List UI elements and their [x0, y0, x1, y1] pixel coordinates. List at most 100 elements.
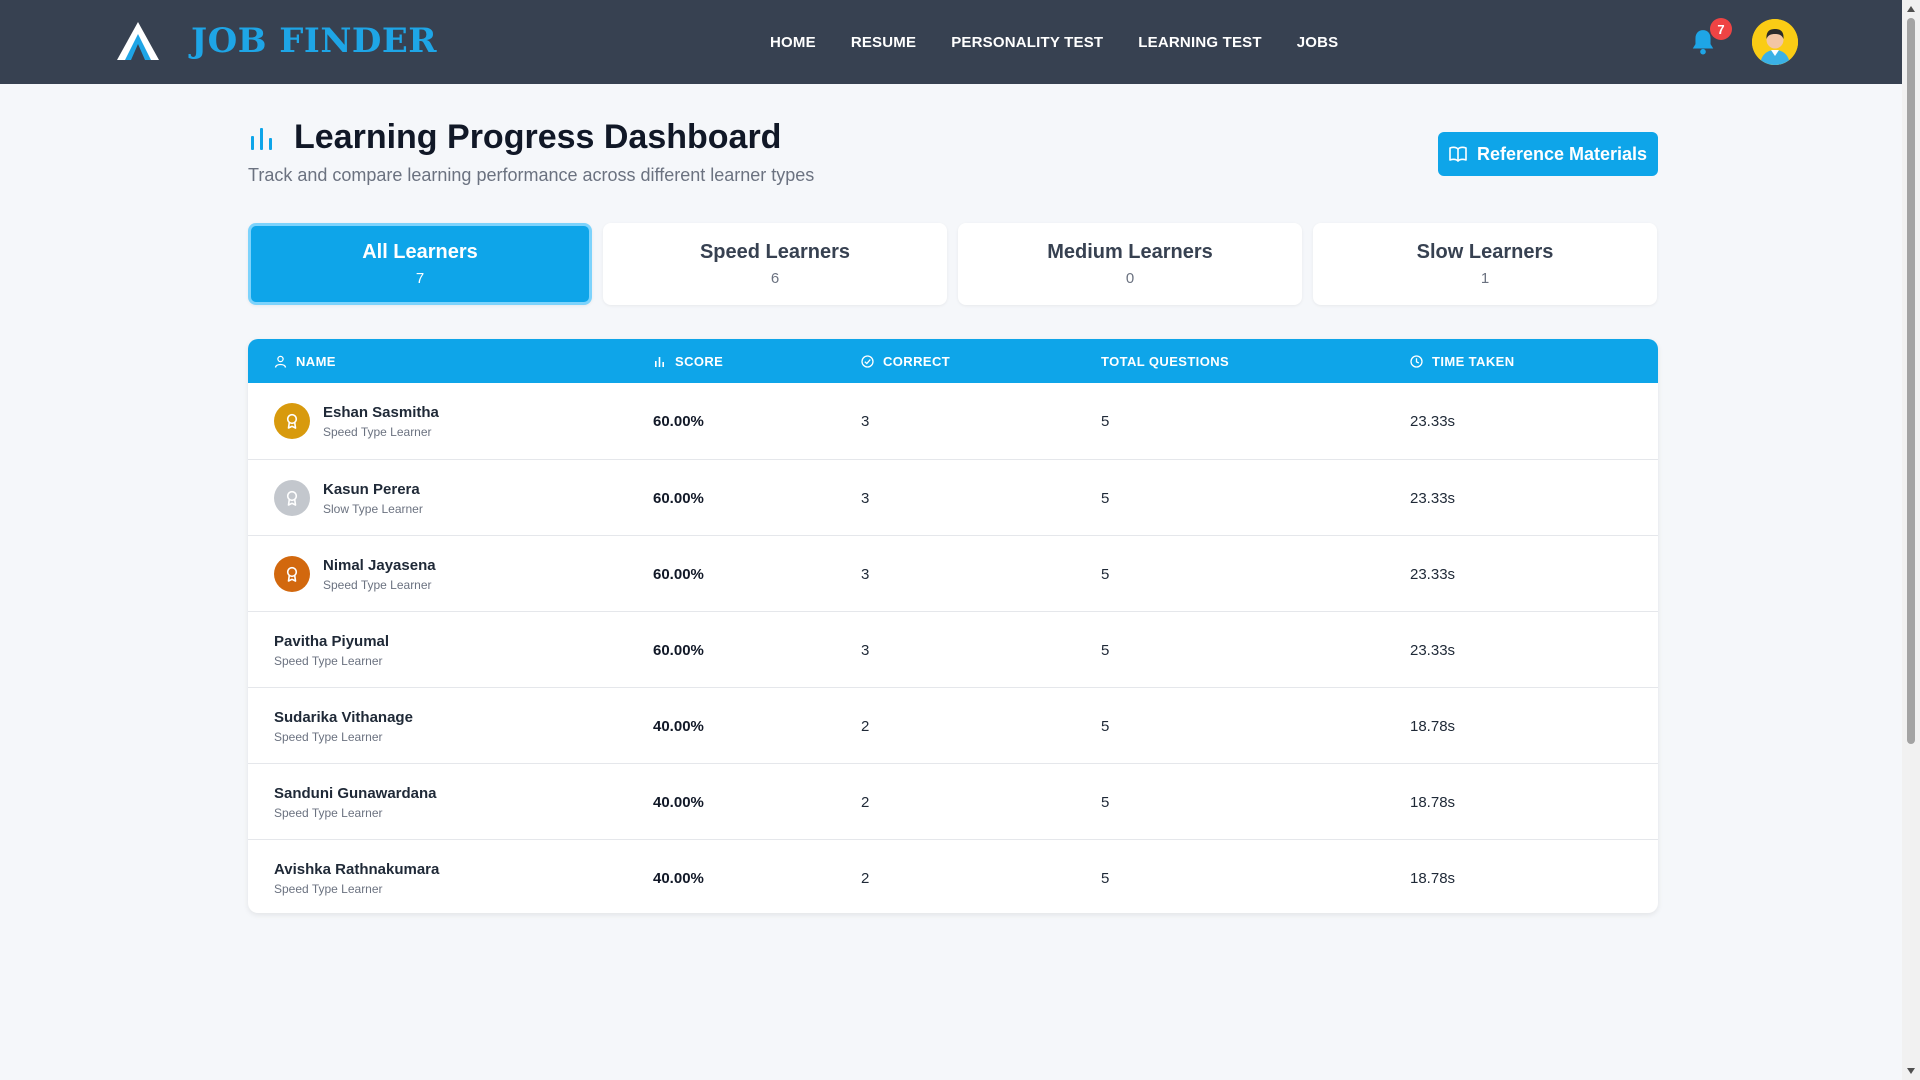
correct-cell: 3: [861, 641, 870, 659]
award-icon: [286, 566, 298, 582]
time-taken-cell: 18.78s: [1410, 717, 1456, 735]
brand-name: JOB FINDER: [191, 21, 438, 61]
learner-name: Pavitha Piyumal: [274, 632, 390, 650]
tab-medium-learners[interactable]: Medium Learners 0: [958, 223, 1302, 305]
correct-cell: 3: [861, 412, 870, 430]
column-header-time-taken[interactable]: TIME TAKEN: [1410, 339, 1514, 383]
tab-speed-learners[interactable]: Speed Learners 6: [603, 223, 947, 305]
top-navbar: JOB FINDER HOME RESUME PERSONALITY TEST …: [0, 0, 1902, 84]
table-row[interactable]: Sudarika Vithanage Speed Type Learner 40…: [248, 687, 1658, 763]
reference-materials-button[interactable]: Reference Materials: [1438, 132, 1658, 176]
bar-chart-icon: [251, 127, 272, 150]
time-taken-cell: 23.33s: [1410, 412, 1456, 430]
nav-links: HOME RESUME PERSONALITY TEST LEARNING TE…: [770, 0, 1373, 84]
learner-type: Slow Type Learner: [323, 501, 423, 516]
learner-type: Speed Type Learner: [323, 577, 432, 592]
correct-cell: 3: [861, 489, 870, 507]
learner-type: Speed Type Learner: [274, 881, 383, 896]
total-questions-cell: 5: [1101, 412, 1110, 430]
mountain-logo-icon: [117, 22, 159, 60]
total-questions-cell: 5: [1101, 869, 1110, 887]
tab-label: Medium Learners: [1047, 241, 1213, 263]
check-circle-icon: [861, 354, 874, 368]
name-cell: Kasun Perera Slow Type Learner: [274, 460, 423, 536]
scroll-up-arrow-icon[interactable]: [1906, 4, 1916, 14]
user-avatar-button[interactable]: [1752, 19, 1798, 65]
column-header-label: TOTAL QUESTIONS: [1101, 353, 1230, 369]
learner-name: Sanduni Gunawardana: [274, 784, 437, 802]
correct-cell: 3: [861, 565, 870, 583]
column-header-total-questions[interactable]: TOTAL QUESTIONS: [1101, 339, 1229, 383]
name-cell: Sanduni Gunawardana Speed Type Learner: [274, 764, 437, 840]
tab-count: 7: [415, 270, 425, 287]
name-cell: Eshan Sasmitha Speed Type Learner: [274, 383, 439, 459]
nav-home[interactable]: HOME: [770, 34, 816, 51]
notification-count-badge: 7: [1710, 18, 1732, 40]
column-header-label: SCORE: [675, 353, 724, 369]
table-row[interactable]: Eshan Sasmitha Speed Type Learner 60.00%…: [248, 383, 1658, 459]
score-cell: 60.00%: [653, 412, 704, 430]
page-scrollbar[interactable]: [1902, 0, 1920, 1080]
gold-medal-badge: [274, 403, 310, 439]
brand-link[interactable]: JOB FINDER: [115, 20, 437, 62]
tab-label: All Learners: [362, 241, 478, 263]
table-row[interactable]: Sanduni Gunawardana Speed Type Learner 4…: [248, 763, 1658, 839]
table-row[interactable]: Kasun Perera Slow Type Learner 60.00% 3 …: [248, 459, 1658, 535]
tab-label: Speed Learners: [699, 241, 851, 263]
table-header: NAME SCORE CORRECT TOTAL QUESTIONS TIME …: [248, 339, 1658, 383]
tab-count: 0: [1125, 270, 1135, 287]
scroll-down-arrow-icon[interactable]: [1906, 1066, 1916, 1076]
total-questions-cell: 5: [1101, 793, 1110, 811]
score-cell: 60.00%: [653, 565, 704, 583]
tab-all-learners[interactable]: All Learners 7: [248, 223, 592, 305]
total-questions-cell: 5: [1101, 565, 1110, 583]
time-taken-cell: 23.33s: [1410, 489, 1456, 507]
learner-name: Sudarika Vithanage: [274, 708, 413, 726]
scrollbar-thumb[interactable]: [1907, 18, 1915, 744]
total-questions-cell: 5: [1101, 717, 1110, 735]
column-header-label: CORRECT: [883, 353, 951, 369]
learner-type: Speed Type Learner: [274, 805, 383, 820]
name-cell: Avishka Rathnakumara Speed Type Learner: [274, 840, 439, 913]
time-taken-cell: 18.78s: [1410, 793, 1456, 811]
learner-name: Avishka Rathnakumara: [274, 860, 440, 878]
time-taken-cell: 18.78s: [1410, 869, 1456, 887]
correct-cell: 2: [861, 869, 870, 887]
score-cell: 40.00%: [653, 793, 704, 811]
total-questions-cell: 5: [1101, 641, 1110, 659]
learner-name: Nimal Jayasena: [323, 556, 436, 574]
tab-slow-learners[interactable]: Slow Learners 1: [1313, 223, 1657, 305]
table-row[interactable]: Avishka Rathnakumara Speed Type Learner …: [248, 839, 1658, 913]
bronze-medal-badge: [274, 556, 310, 592]
score-cell: 60.00%: [653, 489, 704, 507]
column-header-correct[interactable]: CORRECT: [861, 339, 950, 383]
score-cell: 40.00%: [653, 717, 704, 735]
table-body: Eshan Sasmitha Speed Type Learner 60.00%…: [248, 383, 1658, 913]
score-cell: 60.00%: [653, 641, 704, 659]
learners-table: NAME SCORE CORRECT TOTAL QUESTIONS TIME …: [248, 339, 1658, 913]
learner-type: Speed Type Learner: [274, 653, 383, 668]
table-row[interactable]: Pavitha Piyumal Speed Type Learner 60.00…: [248, 611, 1658, 687]
award-icon: [286, 490, 298, 506]
column-header-label: TIME TAKEN: [1432, 353, 1515, 369]
tab-count: 1: [1480, 270, 1490, 287]
nav-resume[interactable]: RESUME: [851, 34, 916, 51]
user-avatar-icon: [1752, 19, 1798, 65]
tab-count: 6: [770, 270, 780, 287]
correct-cell: 2: [861, 793, 870, 811]
nav-learning-test[interactable]: LEARNING TEST: [1138, 34, 1261, 51]
name-cell: Sudarika Vithanage Speed Type Learner: [274, 688, 413, 764]
nav-personality-test[interactable]: PERSONALITY TEST: [951, 34, 1103, 51]
time-taken-cell: 23.33s: [1410, 565, 1456, 583]
learner-type: Speed Type Learner: [274, 729, 383, 744]
table-row[interactable]: Nimal Jayasena Speed Type Learner 60.00%…: [248, 535, 1658, 611]
correct-cell: 2: [861, 717, 870, 735]
time-taken-cell: 23.33s: [1410, 641, 1456, 659]
award-icon: [286, 413, 298, 429]
book-open-icon: [1449, 146, 1467, 162]
page-header: Learning Progress Dashboard: [248, 118, 781, 157]
name-cell: Nimal Jayasena Speed Type Learner: [274, 536, 436, 612]
nav-jobs[interactable]: JOBS: [1297, 34, 1339, 51]
column-header-name[interactable]: NAME: [274, 339, 336, 383]
column-header-score[interactable]: SCORE: [653, 339, 723, 383]
